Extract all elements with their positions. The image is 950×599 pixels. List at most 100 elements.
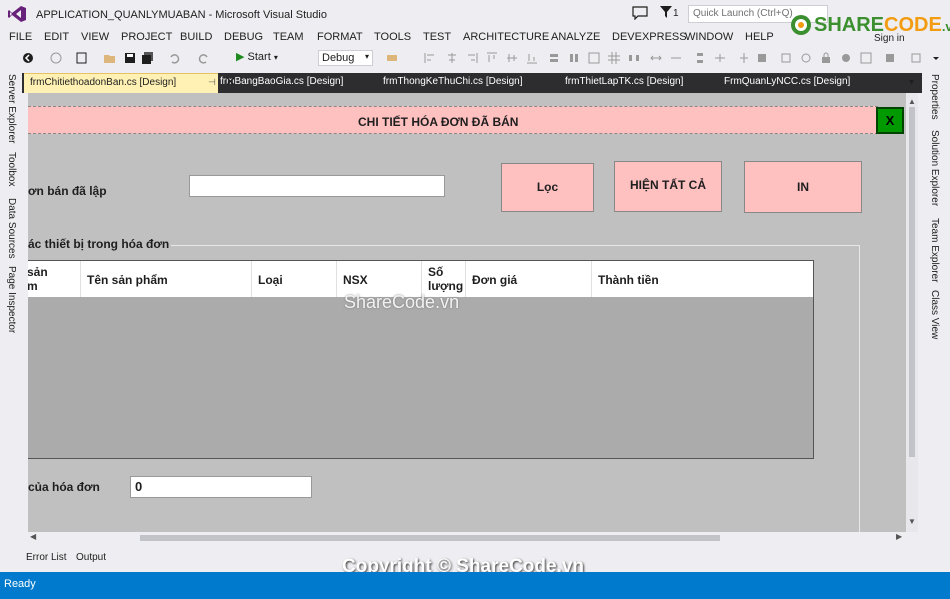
align-center-icon[interactable] bbox=[446, 52, 458, 64]
center-horizontal-icon[interactable] bbox=[714, 52, 726, 64]
column-header-product-code[interactable]: sản m bbox=[28, 261, 81, 297]
undo-icon[interactable] bbox=[168, 52, 180, 64]
team-explorer-tab[interactable]: Team Explorer bbox=[929, 218, 940, 282]
tab-frmthongkethuchi[interactable]: frmThongKeThuChi.cs [Design] bbox=[377, 73, 529, 93]
navigate-forward-icon[interactable] bbox=[50, 52, 62, 64]
output-tab[interactable]: Output bbox=[76, 552, 106, 563]
horizontal-scrollbar[interactable]: ◀ ▶ bbox=[0, 532, 920, 544]
class-view-tab[interactable]: Class View bbox=[929, 290, 940, 339]
scroll-right-icon[interactable]: ▶ bbox=[896, 532, 902, 541]
solution-explorer-tab[interactable]: Solution Explorer bbox=[929, 130, 940, 206]
menu-help[interactable]: HELP bbox=[745, 31, 774, 43]
format-tools-icon[interactable] bbox=[840, 52, 852, 64]
menu-file[interactable]: FILE bbox=[9, 31, 32, 43]
notification-icon[interactable] bbox=[632, 6, 648, 20]
menu-devexpress[interactable]: DEVEXPRESS bbox=[612, 31, 687, 43]
menu-format[interactable]: FORMAT bbox=[317, 31, 363, 43]
horizontal-scroll-thumb[interactable] bbox=[140, 535, 720, 541]
align-left-icon[interactable] bbox=[424, 52, 436, 64]
lock-controls-icon[interactable] bbox=[820, 52, 832, 64]
spacing-increase-icon[interactable] bbox=[650, 52, 662, 64]
scroll-up-icon[interactable]: ▲ bbox=[908, 97, 916, 106]
column-header-unit-price[interactable]: Đơn giá bbox=[466, 261, 592, 297]
properties-tab[interactable]: Properties bbox=[929, 74, 940, 120]
tab-frmquanlyncc[interactable]: FrmQuanLyNCC.cs [Design] bbox=[718, 73, 856, 93]
vertical-scrollbar[interactable]: ▲ ▼ bbox=[906, 93, 918, 532]
data-sources-tab[interactable]: Data Sources bbox=[6, 198, 17, 259]
horizontal-spacing-icon[interactable] bbox=[628, 52, 640, 64]
same-height-icon[interactable] bbox=[568, 52, 580, 64]
save-all-icon[interactable] bbox=[142, 52, 154, 64]
filter-button[interactable]: Lọc bbox=[501, 163, 594, 212]
tab-order-icon[interactable] bbox=[800, 52, 812, 64]
tab-list-dropdown-icon[interactable]: ▾ bbox=[909, 77, 914, 88]
sign-in-link[interactable]: Sign in bbox=[874, 33, 905, 44]
same-size-icon[interactable] bbox=[588, 52, 600, 64]
column-header-product-name[interactable]: Tên sản phẩm bbox=[81, 261, 252, 297]
groupbox-title: ác thiết bị trong hóa đơn bbox=[28, 237, 172, 251]
menu-tools[interactable]: TOOLS bbox=[374, 31, 411, 43]
menu-test[interactable]: TEST bbox=[423, 31, 451, 43]
start-debug-button[interactable]: ▶ Start ▾ bbox=[236, 50, 278, 63]
vertical-spacing-icon[interactable] bbox=[694, 52, 706, 64]
show-all-button[interactable]: HIỆN TẤT CẢ bbox=[614, 161, 722, 212]
app-title: APPLICATION_QUANLYMUABAN - Microsoft Vis… bbox=[36, 9, 327, 21]
invoice-total-input[interactable]: 0 bbox=[130, 476, 312, 498]
menu-analyze[interactable]: ANALYZE bbox=[551, 31, 600, 43]
menu-edit[interactable]: EDIT bbox=[44, 31, 69, 43]
menu-architecture[interactable]: ARCHITECTURE bbox=[463, 31, 549, 43]
solution-configuration-select[interactable]: Debug ▾ bbox=[318, 50, 373, 66]
align-right-icon[interactable] bbox=[466, 52, 478, 64]
pin-icon[interactable]: ⊣ bbox=[208, 77, 216, 88]
center-vertical-icon[interactable] bbox=[738, 52, 750, 64]
menu-window[interactable]: WINDOW bbox=[685, 31, 733, 43]
tab-frmchitiethoadonban[interactable]: frmChitiethoadonBan.cs [Design] bbox=[24, 73, 218, 93]
column-header-type[interactable]: Loại bbox=[252, 261, 337, 297]
close-form-button[interactable]: X bbox=[876, 107, 904, 134]
same-width-icon[interactable] bbox=[548, 52, 560, 64]
page-inspector-tab[interactable]: Page Inspector bbox=[6, 266, 17, 333]
tab-label: frmThongKeThuChi.cs [Design] bbox=[383, 76, 523, 87]
scroll-left-icon[interactable]: ◀ bbox=[30, 532, 36, 541]
close-tab-icon[interactable]: ✕ bbox=[225, 74, 236, 90]
notification-count: 1 bbox=[673, 8, 679, 19]
redo-icon[interactable] bbox=[198, 52, 210, 64]
document-tab-strip: frmChitiethoadonBan.cs [Design] frmBangB… bbox=[22, 73, 922, 93]
status-bar: Ready bbox=[0, 572, 950, 599]
menu-debug[interactable]: DEBUG bbox=[224, 31, 263, 43]
start-label: Start bbox=[247, 51, 271, 63]
form-header-panel: CHI TIẾT HÓA ĐƠN ĐÃ BÁN bbox=[28, 106, 878, 134]
column-header-total[interactable]: Thành tiền bbox=[592, 261, 813, 297]
save-icon[interactable] bbox=[124, 52, 136, 64]
menu-team[interactable]: TEAM bbox=[273, 31, 304, 43]
align-bottom-icon[interactable] bbox=[526, 52, 538, 64]
server-explorer-tab[interactable]: Server Explorer bbox=[6, 74, 17, 143]
menu-view[interactable]: VIEW bbox=[81, 31, 109, 43]
spacing-decrease-icon[interactable] bbox=[670, 52, 682, 64]
align-top-icon[interactable] bbox=[486, 52, 498, 64]
menu-project[interactable]: PROJECT bbox=[121, 31, 172, 43]
toolbar-extra-icon[interactable] bbox=[884, 52, 896, 64]
toolbox-tab[interactable]: Toolbox bbox=[6, 152, 17, 186]
vertical-scroll-thumb[interactable] bbox=[909, 107, 915, 457]
invoice-label: ơn bán đã lập bbox=[28, 184, 107, 198]
print-button[interactable]: IN bbox=[744, 161, 862, 213]
menu-build[interactable]: BUILD bbox=[180, 31, 212, 43]
toolbar-options-icon[interactable] bbox=[930, 52, 942, 64]
attach-icon[interactable] bbox=[386, 52, 398, 64]
more-tools-icon[interactable] bbox=[860, 52, 872, 64]
new-project-icon[interactable] bbox=[76, 52, 88, 64]
bring-to-front-icon[interactable] bbox=[756, 52, 768, 64]
open-file-icon[interactable] bbox=[104, 52, 116, 64]
feedback-filter-icon[interactable] bbox=[660, 6, 672, 18]
tab-frmthietlaptk[interactable]: frmThietLapTK.cs [Design] bbox=[559, 73, 689, 93]
navigate-back-icon[interactable] bbox=[22, 52, 34, 64]
grid-align-icon[interactable] bbox=[608, 52, 620, 64]
invoice-input[interactable] bbox=[189, 175, 445, 197]
toolbar-extra2-icon[interactable] bbox=[910, 52, 922, 64]
send-to-back-icon[interactable] bbox=[780, 52, 792, 64]
error-list-tab[interactable]: Error List bbox=[26, 552, 67, 563]
align-middle-icon[interactable] bbox=[506, 52, 518, 64]
scroll-down-icon[interactable]: ▼ bbox=[908, 517, 916, 526]
invoice-items-grid[interactable]: sản m Tên sản phẩm Loại NSX Số lượng Đơn… bbox=[28, 260, 814, 459]
